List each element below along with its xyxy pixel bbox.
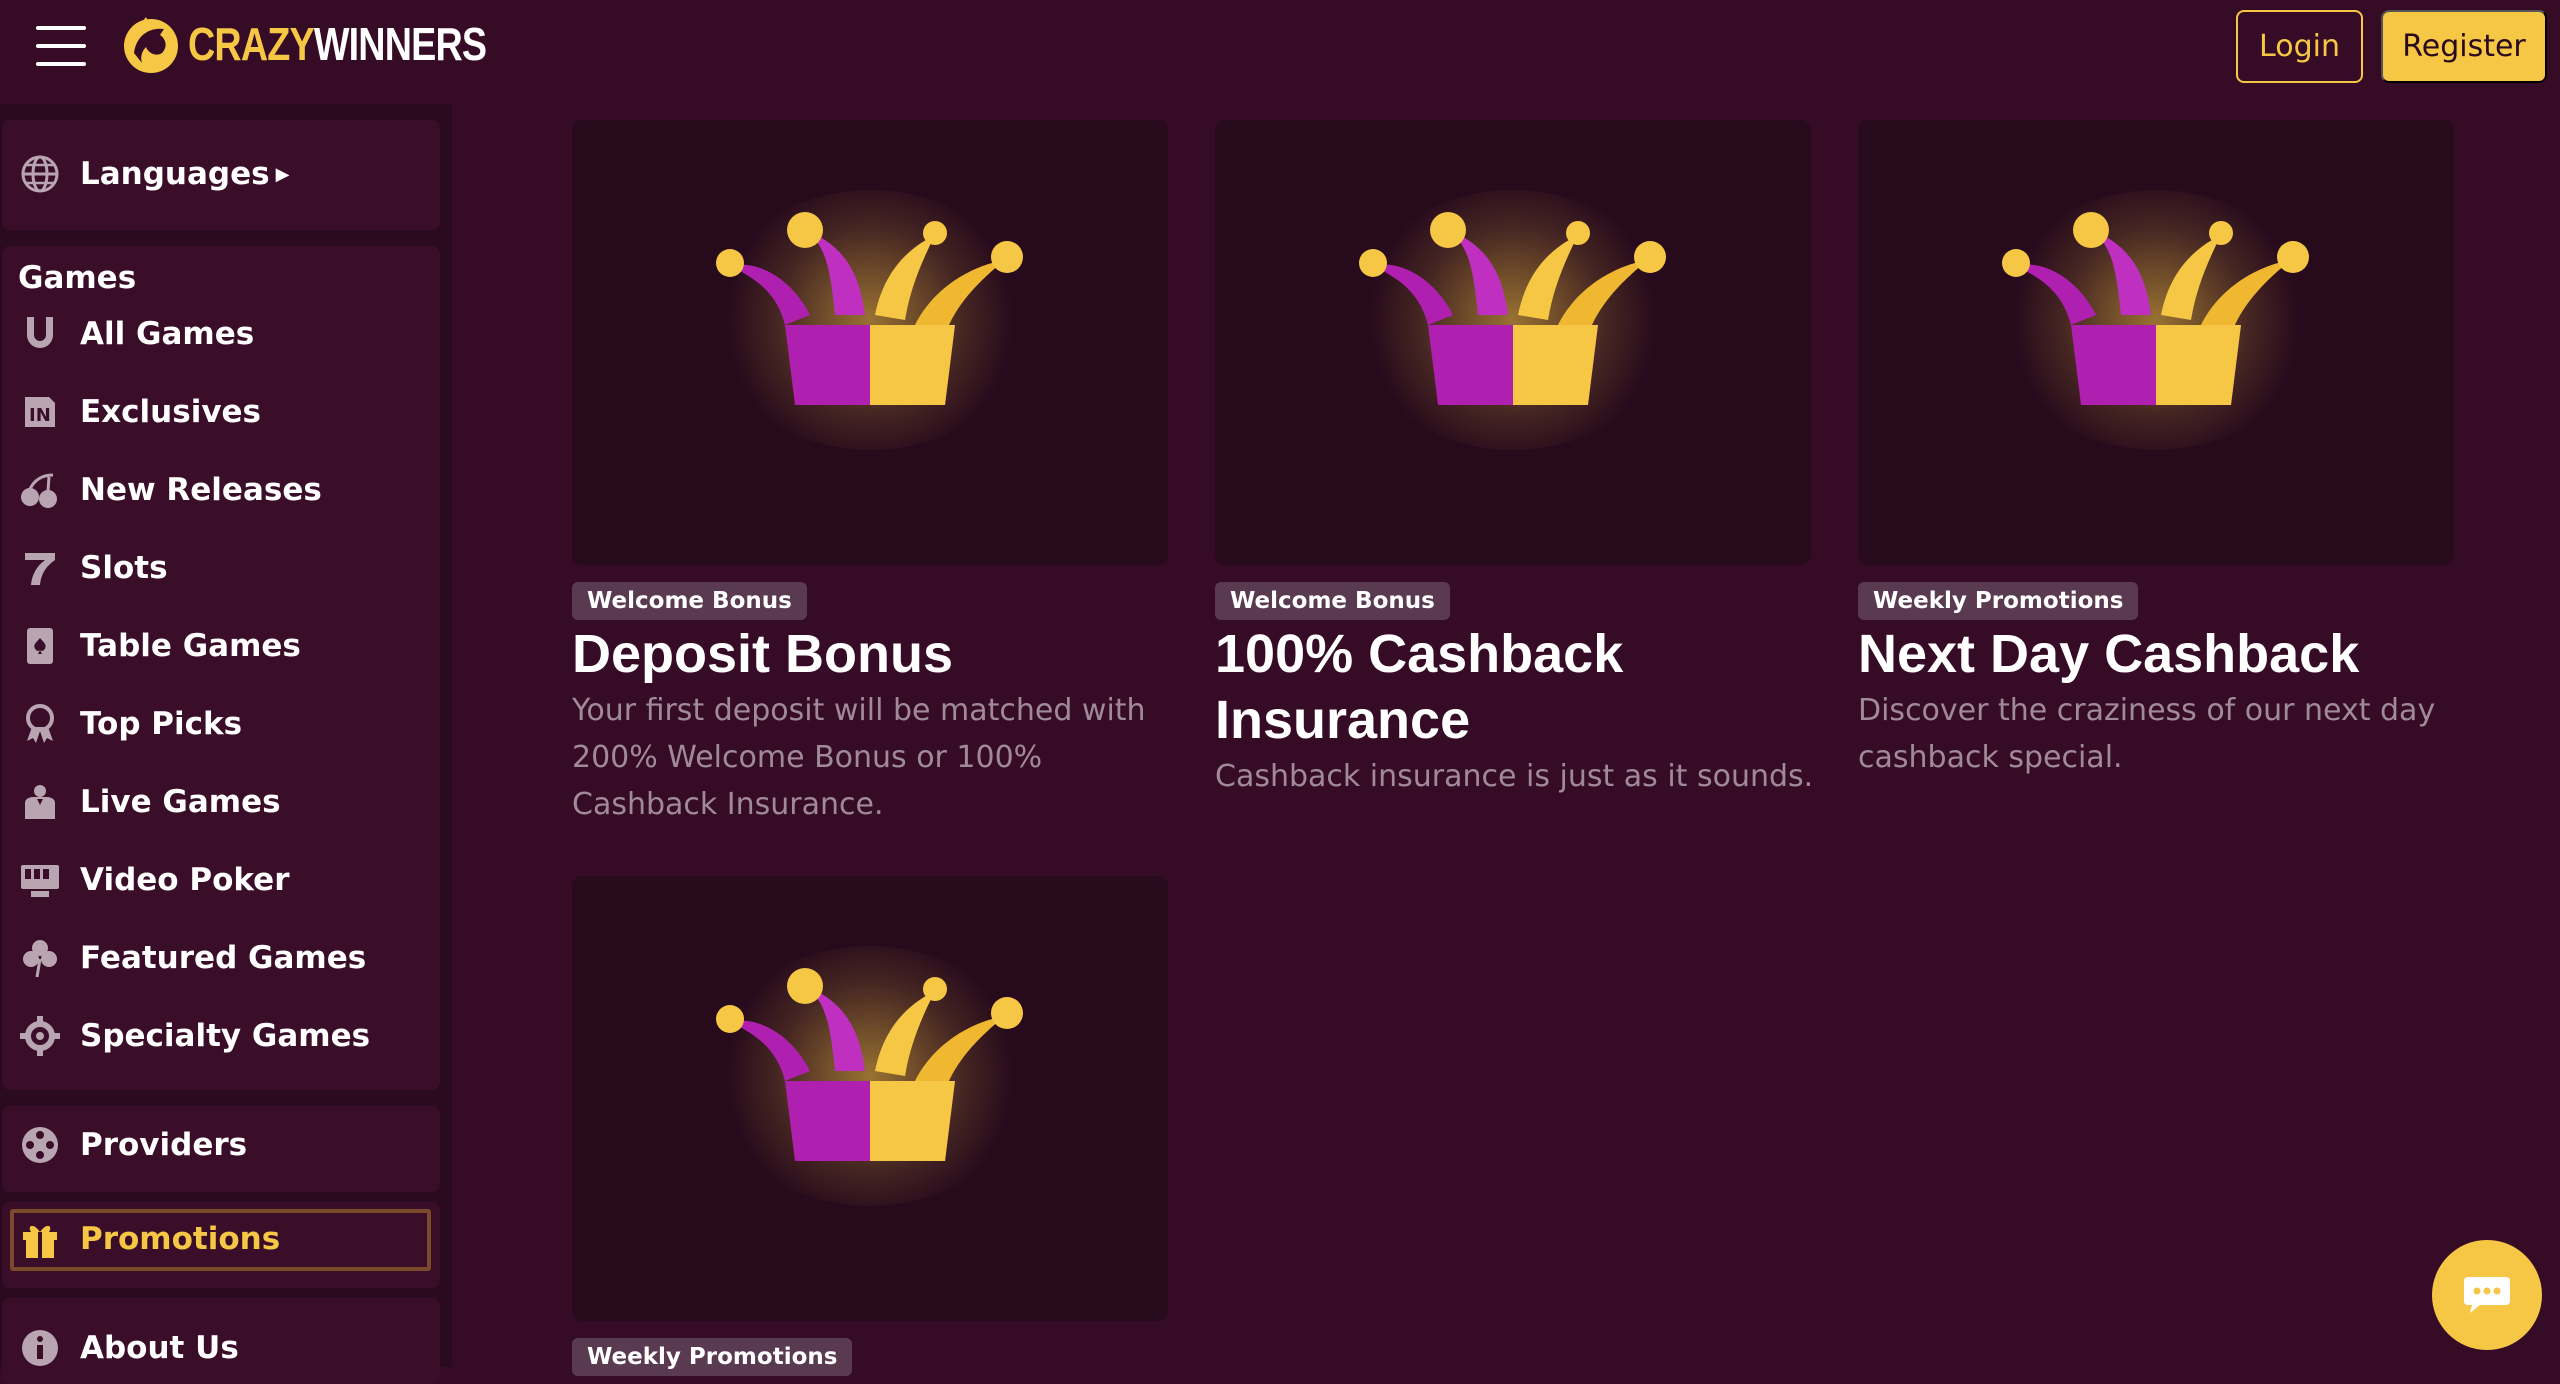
sidebar-item-featured-games[interactable]: Featured Games: [18, 936, 366, 980]
sidebar-item-live-games[interactable]: Live Games: [18, 780, 281, 824]
jester-crown-icon: [716, 212, 1023, 405]
sidebar-item-video-poker[interactable]: Video Poker: [18, 858, 290, 902]
horse-head-logo-icon: [124, 17, 178, 73]
sidebar-item-label: Slots: [80, 550, 168, 586]
top-bar: CRAZYWINNERS Login Register: [0, 0, 2560, 95]
film-reel-icon: [18, 1123, 62, 1167]
sidebar-item-label: Providers: [80, 1127, 248, 1163]
clover-icon: [18, 936, 62, 980]
category-badge: Weekly Promotions: [1858, 582, 2139, 620]
jester-crown-icon: [1359, 212, 1666, 405]
video-poker-machine-icon: [18, 858, 62, 902]
sidebar-item-providers[interactable]: Providers: [18, 1123, 247, 1167]
sidebar-item-label: About Us: [80, 1330, 239, 1366]
caret-right-icon: ▶: [275, 163, 290, 185]
globe-icon: [18, 152, 62, 196]
exclusive-badge-icon: IN: [18, 390, 62, 434]
promotion-image[interactable]: [1858, 120, 2454, 565]
logo-text-winners: WINNERS: [313, 18, 487, 70]
promotion-description: Discover the craziness of our next day c…: [1858, 693, 2436, 775]
sidebar-item-label: Specialty Games: [80, 1018, 371, 1054]
sidebar-item-label: Featured Games: [80, 940, 367, 976]
sidebar-item-label: Live Games: [80, 784, 281, 820]
menu-icon[interactable]: [36, 26, 86, 66]
sidebar-item-label: Promotions: [80, 1221, 281, 1257]
promotion-description: Cashback insurance is just as it sounds.: [1215, 759, 1814, 794]
promotion-title[interactable]: Next Day Cashback: [1858, 621, 2458, 687]
promotion-image[interactable]: [572, 120, 1168, 565]
gear-wheel-icon: [18, 1014, 62, 1058]
sidebar-item-label: Table Games: [80, 628, 301, 664]
sidebar-item-slots[interactable]: Slots: [18, 546, 168, 590]
register-button[interactable]: Register: [2381, 10, 2547, 83]
sidebar-item-top-picks[interactable]: Top Picks: [18, 702, 242, 746]
logo-text-crazy: CRAZY: [188, 18, 315, 70]
info-icon: [18, 1326, 62, 1370]
sidebar: Languages ▶ Games All Games IN Exclusive…: [0, 104, 452, 1384]
sidebar-item-label: All Games: [80, 316, 255, 352]
promotion-image[interactable]: [1215, 120, 1811, 565]
chat-bubble-icon: [2464, 1277, 2510, 1313]
category-badge: Welcome Bonus: [1215, 582, 1450, 620]
category-badge: Weekly Promotions: [572, 1338, 853, 1376]
sidebar-item-label: Top Picks: [80, 706, 243, 742]
category-badge: Welcome Bonus: [572, 582, 807, 620]
login-button[interactable]: Login: [2236, 10, 2363, 83]
sidebar-item-languages[interactable]: Languages ▶: [18, 152, 289, 196]
sidebar-item-specialty-games[interactable]: Specialty Games: [18, 1014, 370, 1058]
jester-crown-icon: [716, 968, 1023, 1161]
chat-button[interactable]: [2432, 1240, 2542, 1350]
games-heading: Games: [18, 260, 137, 296]
playing-card-icon: [18, 624, 62, 668]
sidebar-item-label: Exclusives: [80, 394, 262, 430]
promotion-title[interactable]: Deposit Bonus: [572, 621, 1172, 687]
svg-text:IN: IN: [29, 405, 51, 426]
sidebar-item-all-games[interactable]: All Games: [18, 312, 254, 356]
award-ribbon-icon: [18, 702, 62, 746]
sidebar-item-about-us[interactable]: About Us: [18, 1326, 239, 1370]
promotion-description: Your first deposit will be matched with …: [572, 693, 1146, 822]
sidebar-item-promotions[interactable]: Promotions: [18, 1217, 280, 1261]
sidebar-item-exclusives[interactable]: IN Exclusives: [18, 390, 261, 434]
promotion-image[interactable]: [572, 876, 1168, 1321]
logo-text: CRAZYWINNERS: [188, 17, 487, 71]
gift-icon: [18, 1217, 62, 1261]
sidebar-item-label: New Releases: [80, 472, 322, 508]
horseshoe-icon: [18, 312, 62, 356]
sidebar-item-label: Languages: [80, 156, 270, 192]
sidebar-item-label: Video Poker: [80, 862, 290, 898]
sidebar-item-new-releases[interactable]: New Releases: [18, 468, 322, 512]
dealer-icon: [18, 780, 62, 824]
jester-crown-icon: [2002, 212, 2309, 405]
lucky-seven-icon: [18, 546, 62, 590]
sidebar-item-table-games[interactable]: Table Games: [18, 624, 301, 668]
logo[interactable]: CRAZYWINNERS: [120, 12, 552, 76]
cherries-icon: [18, 468, 62, 512]
promotion-title[interactable]: 100% Cashback Insurance: [1215, 621, 1815, 753]
